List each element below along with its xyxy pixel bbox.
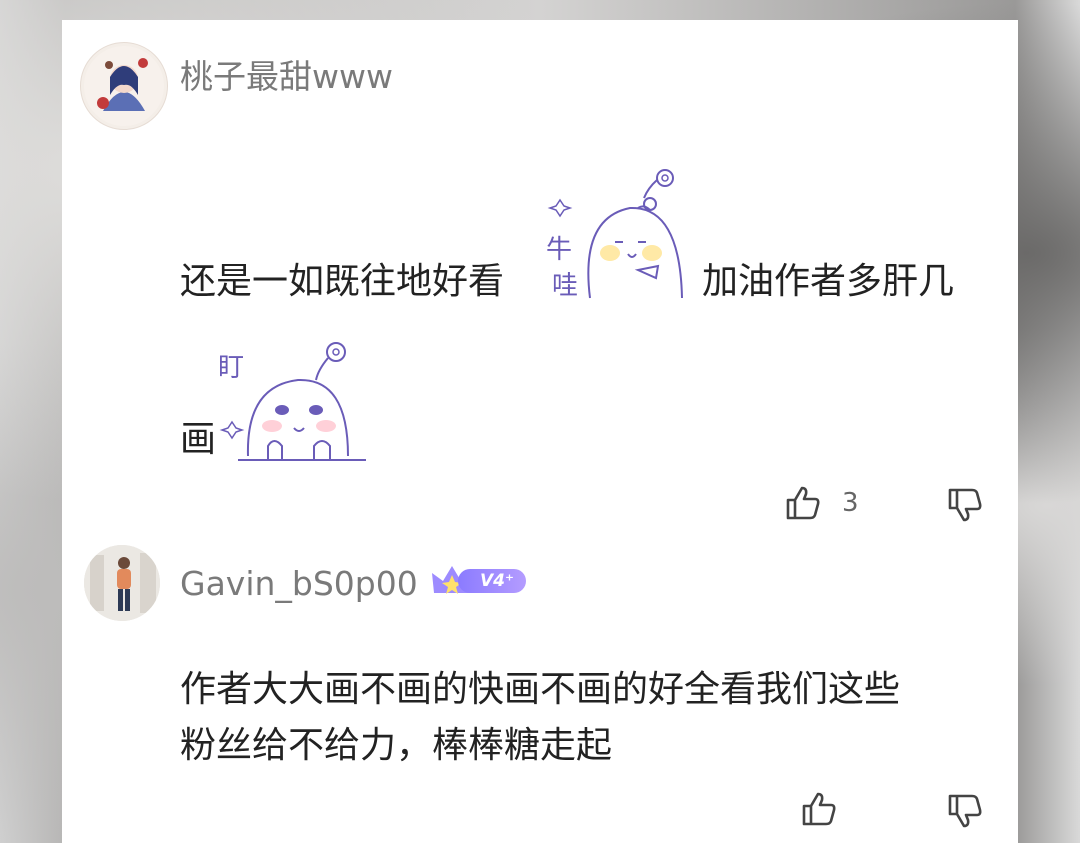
sticker-wow: 牛 哇: [540, 158, 695, 308]
avatar-illustration: [84, 46, 164, 126]
thumbs-down-icon: [948, 488, 982, 522]
thumbs-down-icon: [948, 794, 982, 828]
thumbs-up-icon: [802, 792, 836, 826]
sticker-wow-drawing: 牛 哇: [546, 169, 683, 301]
username[interactable]: Gavin_bS0p00: [180, 567, 418, 600]
comment-text: 画: [180, 419, 217, 460]
sticker-stare: 盯: [218, 336, 378, 466]
svg-text:哇: 哇: [552, 271, 578, 301]
svg-text:牛: 牛: [546, 235, 572, 265]
svg-text:盯: 盯: [218, 353, 244, 383]
comment-text: 加油作者多肝几: [702, 261, 955, 302]
comment-body: 还是一如既往地好看 牛 哇 加油作者多肝几 画 盯: [180, 158, 1000, 498]
comment-card: 桃子最甜www 还是一如既往地好看 牛 哇 加油作者多肝几 画 盯 3 Gavi…: [62, 20, 1018, 843]
username[interactable]: 桃子最甜www: [180, 60, 393, 93]
like-button[interactable]: [800, 790, 838, 828]
like-button[interactable]: 3: [784, 484, 859, 522]
dislike-button[interactable]: [946, 486, 984, 524]
dislike-button[interactable]: [946, 792, 984, 830]
thumbs-up-icon: [786, 486, 820, 520]
avatar[interactable]: [84, 545, 160, 621]
comment-text: 还是一如既往地好看: [180, 261, 505, 302]
sticker-stare-drawing: 盯: [218, 342, 366, 461]
comment-text: 粉丝给不给力，棒棒糖走起: [180, 725, 613, 766]
avatar-photo: [84, 545, 160, 621]
level-badge: V4⁺: [430, 563, 526, 599]
level-label: V4⁺: [458, 569, 526, 593]
avatar[interactable]: [80, 42, 168, 130]
like-count: 3: [842, 488, 859, 518]
comment-text: 作者大大画不画的快画不画的好全看我们这些: [180, 669, 901, 710]
